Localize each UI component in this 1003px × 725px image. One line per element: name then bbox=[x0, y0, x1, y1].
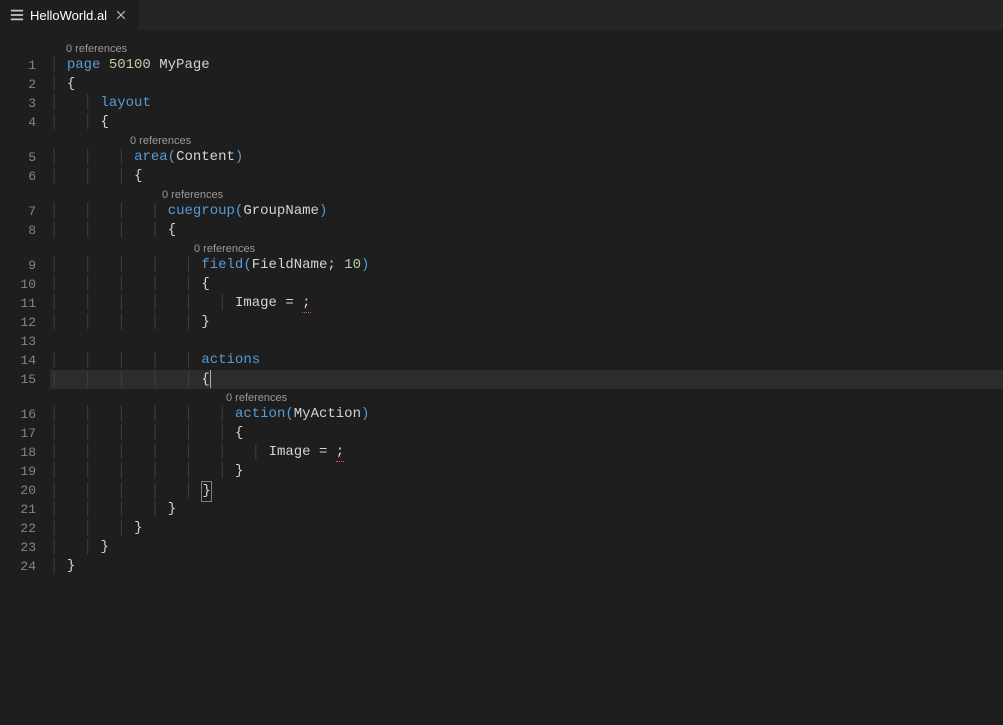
codelens-references[interactable]: 0 references bbox=[50, 240, 1003, 256]
code-line bbox=[50, 332, 1003, 351]
line-number: 18 bbox=[0, 443, 36, 462]
line-number: 17 bbox=[0, 424, 36, 443]
code-line: │ │ │ │ │ │ │ Image = ; bbox=[50, 443, 1003, 462]
line-number: 15 bbox=[0, 370, 36, 389]
code-line: │ } bbox=[50, 557, 1003, 576]
code-line: │ │ │ │ │ │ } bbox=[50, 462, 1003, 481]
editor-tab[interactable]: HelloWorld.al bbox=[0, 0, 139, 30]
line-number: 20 bbox=[0, 481, 36, 500]
code-line: │ │ │ │ cuegroup(GroupName) bbox=[50, 202, 1003, 221]
tab-close-button[interactable] bbox=[113, 7, 129, 23]
line-number: 22 bbox=[0, 519, 36, 538]
line-number-gutter: 1 2 3 4 5 6 7 8 9 10 11 12 13 14 15 16 1… bbox=[0, 40, 50, 576]
code-line: │ │ │ │ │ } bbox=[50, 481, 1003, 500]
code-line: │ │ │ │ │ actions bbox=[50, 351, 1003, 370]
line-number: 9 bbox=[0, 256, 36, 275]
code-line: │ │ { bbox=[50, 113, 1003, 132]
line-number: 5 bbox=[0, 148, 36, 167]
code-line: │ │ } bbox=[50, 538, 1003, 557]
code-line: │ page 50100 MyPage bbox=[50, 56, 1003, 75]
line-number: 21 bbox=[0, 500, 36, 519]
line-number: 1 bbox=[0, 56, 36, 75]
line-number: 7 bbox=[0, 202, 36, 221]
code-line: │ │ │ │ │ } bbox=[50, 313, 1003, 332]
tab-bar: HelloWorld.al bbox=[0, 0, 1003, 30]
code-line: │ │ │ } bbox=[50, 519, 1003, 538]
line-number: 10 bbox=[0, 275, 36, 294]
cursor bbox=[210, 370, 211, 388]
code-line: │ │ │ │ │ field(FieldName; 10) bbox=[50, 256, 1003, 275]
code-editor[interactable]: 1 2 3 4 5 6 7 8 9 10 11 12 13 14 15 16 1… bbox=[0, 30, 1003, 576]
code-line: │ │ │ │ │ { bbox=[50, 275, 1003, 294]
code-line: │ │ │ │ │ │ { bbox=[50, 424, 1003, 443]
file-icon bbox=[10, 8, 24, 22]
line-number: 23 bbox=[0, 538, 36, 557]
codelens-references[interactable]: 0 references bbox=[50, 132, 1003, 148]
codelens-references[interactable]: 0 references bbox=[50, 186, 1003, 202]
line-number: 16 bbox=[0, 405, 36, 424]
tab-filename: HelloWorld.al bbox=[30, 8, 107, 23]
line-number: 2 bbox=[0, 75, 36, 94]
code-line: │ { bbox=[50, 75, 1003, 94]
line-number: 14 bbox=[0, 351, 36, 370]
codelens-references[interactable]: 0 references bbox=[50, 389, 1003, 405]
line-number: 19 bbox=[0, 462, 36, 481]
line-number: 12 bbox=[0, 313, 36, 332]
line-number: 8 bbox=[0, 221, 36, 240]
line-number: 13 bbox=[0, 332, 36, 351]
line-number: 4 bbox=[0, 113, 36, 132]
line-number: 6 bbox=[0, 167, 36, 186]
code-line: │ │ │ │ { bbox=[50, 221, 1003, 240]
code-content[interactable]: 0 references │ page 50100 MyPage │ { │ │… bbox=[50, 40, 1003, 576]
code-line: │ │ │ │ │ │ action(MyAction) bbox=[50, 405, 1003, 424]
code-line: │ │ │ │ } bbox=[50, 500, 1003, 519]
code-line: │ │ │ │ │ │ Image = ; bbox=[50, 294, 1003, 313]
line-number: 3 bbox=[0, 94, 36, 113]
code-line: │ │ layout bbox=[50, 94, 1003, 113]
code-line-current: │ │ │ │ │ { bbox=[50, 370, 1003, 389]
codelens-references[interactable]: 0 references bbox=[50, 40, 1003, 56]
line-number: 11 bbox=[0, 294, 36, 313]
code-line: │ │ │ area(Content) bbox=[50, 148, 1003, 167]
code-line: │ │ │ { bbox=[50, 167, 1003, 186]
line-number: 24 bbox=[0, 557, 36, 576]
